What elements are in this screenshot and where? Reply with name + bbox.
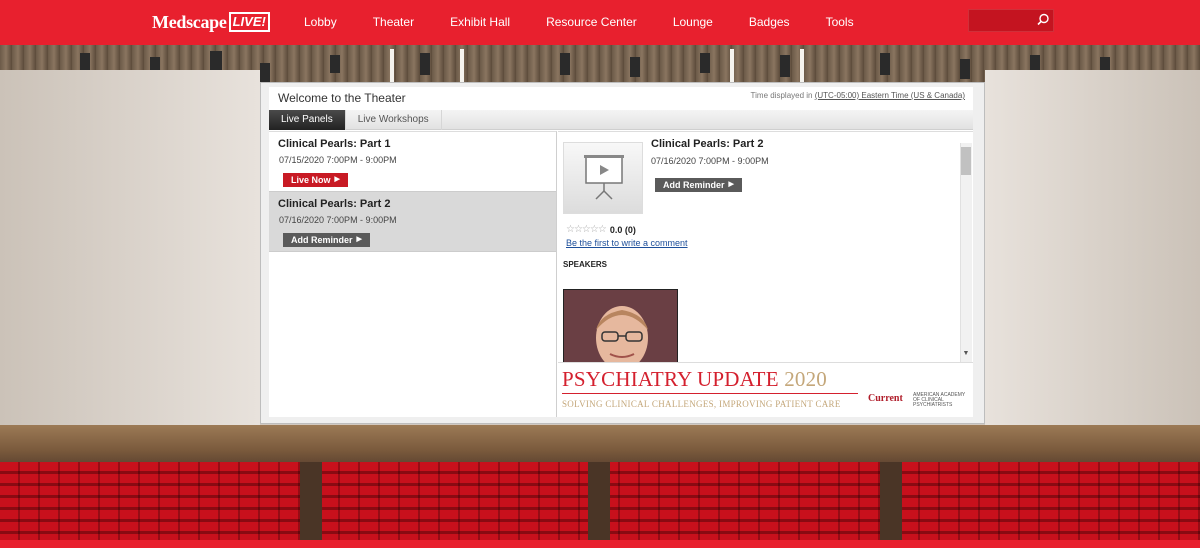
- bottom-strip: [0, 540, 1200, 548]
- scroll-down-icon[interactable]: ▼: [960, 349, 972, 359]
- nav-item-exhibit-hall[interactable]: Exhibit Hall: [432, 0, 528, 45]
- right-wall: [985, 70, 1200, 430]
- session-item[interactable]: Clinical Pearls: Part 2 07/16/2020 7:00P…: [269, 192, 556, 252]
- session-detail: Clinical Pearls: Part 2 07/16/2020 7:00P…: [558, 131, 973, 362]
- play-arrow-icon: ▶: [356, 236, 362, 243]
- session-datetime: 07/15/2020 7:00PM - 9:00PM: [279, 155, 397, 165]
- left-wall: [0, 70, 260, 430]
- nav-item-tools[interactable]: Tools: [808, 0, 872, 45]
- aisle-center: [588, 462, 610, 548]
- banner-title-text: PSYCHIATRY UPDATE: [562, 367, 779, 391]
- live-now-button[interactable]: Live Now ▶: [283, 173, 348, 187]
- aisle-right: [880, 462, 902, 548]
- session-item[interactable]: Clinical Pearls: Part 1 07/15/2020 7:00P…: [269, 132, 556, 192]
- session-title: Clinical Pearls: Part 2: [278, 198, 391, 210]
- presentation-icon: [563, 142, 643, 214]
- panel-title: Welcome to the Theater: [278, 91, 406, 105]
- rating-value: 0.0 (0): [609, 224, 636, 235]
- logo-live-badge: LIVE!: [228, 12, 270, 32]
- session-list: Clinical Pearls: Part 1 07/15/2020 7:00P…: [269, 131, 557, 417]
- logo-text: Medscape: [152, 11, 227, 32]
- top-nav-bar: Medscape LIVE! Lobby Theater Exhibit Hal…: [0, 0, 1200, 45]
- current-logo: Current: [868, 393, 903, 404]
- stage-floor: [0, 425, 1200, 467]
- timezone-note: Time displayed in (UTC-05:00) Eastern Ti…: [751, 91, 965, 100]
- banner-subtitle: SOLVING CLINICAL CHALLENGES, IMPROVING P…: [562, 399, 841, 409]
- detail-title: Clinical Pearls: Part 2: [651, 138, 764, 150]
- speaker-photo[interactable]: [563, 289, 678, 362]
- tab-live-panels[interactable]: Live Panels: [269, 110, 346, 130]
- theater-panel: Welcome to the Theater Time displayed in…: [269, 87, 973, 417]
- nav-item-lounge[interactable]: Lounge: [655, 0, 731, 45]
- detail-datetime: 07/16/2020 7:00PM - 9:00PM: [651, 156, 769, 166]
- main-nav: Lobby Theater Exhibit Hall Resource Cent…: [286, 0, 872, 45]
- add-reminder-label: Add Reminder: [663, 180, 725, 190]
- play-arrow-icon: ▶: [728, 181, 734, 188]
- write-comment-link[interactable]: Be the first to write a comment: [566, 238, 688, 248]
- scrollbar-thumb[interactable]: [961, 147, 971, 175]
- add-reminder-button[interactable]: Add Reminder ▶: [283, 233, 370, 247]
- nav-item-resource-center[interactable]: Resource Center: [528, 0, 655, 45]
- aacp-logo: AMERICAN ACADEMY OF CLINICAL PSYCHIATRIS…: [913, 392, 966, 408]
- medscape-live-logo[interactable]: Medscape LIVE!: [152, 10, 270, 34]
- speakers-heading: SPEAKERS: [563, 260, 608, 269]
- panel-header: Welcome to the Theater Time displayed in…: [269, 87, 973, 109]
- psychiatry-update-banner: PSYCHIATRY UPDATE 2020 SOLVING CLINICAL …: [558, 362, 973, 417]
- banner-divider: [562, 393, 858, 394]
- panel-tabs: Live Panels Live Workshops: [269, 110, 973, 130]
- banner-title: PSYCHIATRY UPDATE 2020: [562, 367, 827, 392]
- nav-item-badges[interactable]: Badges: [731, 0, 808, 45]
- timezone-prefix: Time displayed in: [750, 91, 815, 100]
- detail-add-reminder-button[interactable]: Add Reminder ▶: [655, 178, 742, 192]
- add-reminder-label: Add Reminder: [291, 235, 353, 245]
- nav-item-theater[interactable]: Theater: [355, 0, 432, 45]
- play-arrow-icon: ▶: [334, 176, 340, 183]
- tab-live-workshops[interactable]: Live Workshops: [346, 110, 442, 130]
- detail-scrollbar[interactable]: [960, 143, 972, 362]
- session-datetime: 07/16/2020 7:00PM - 9:00PM: [279, 215, 397, 225]
- star-rating-icon[interactable]: ☆☆☆☆☆: [566, 224, 607, 235]
- live-now-label: Live Now: [291, 175, 331, 185]
- session-title: Clinical Pearls: Part 1: [278, 138, 391, 150]
- nav-item-lobby[interactable]: Lobby: [286, 0, 355, 45]
- search-icon[interactable]: [1034, 11, 1052, 29]
- rating: ☆☆☆☆☆ 0.0 (0): [566, 224, 636, 235]
- aisle-left: [300, 462, 322, 548]
- banner-year: 2020: [784, 367, 828, 391]
- timezone-link[interactable]: (UTC-05:00) Eastern Time (US & Canada): [815, 91, 965, 100]
